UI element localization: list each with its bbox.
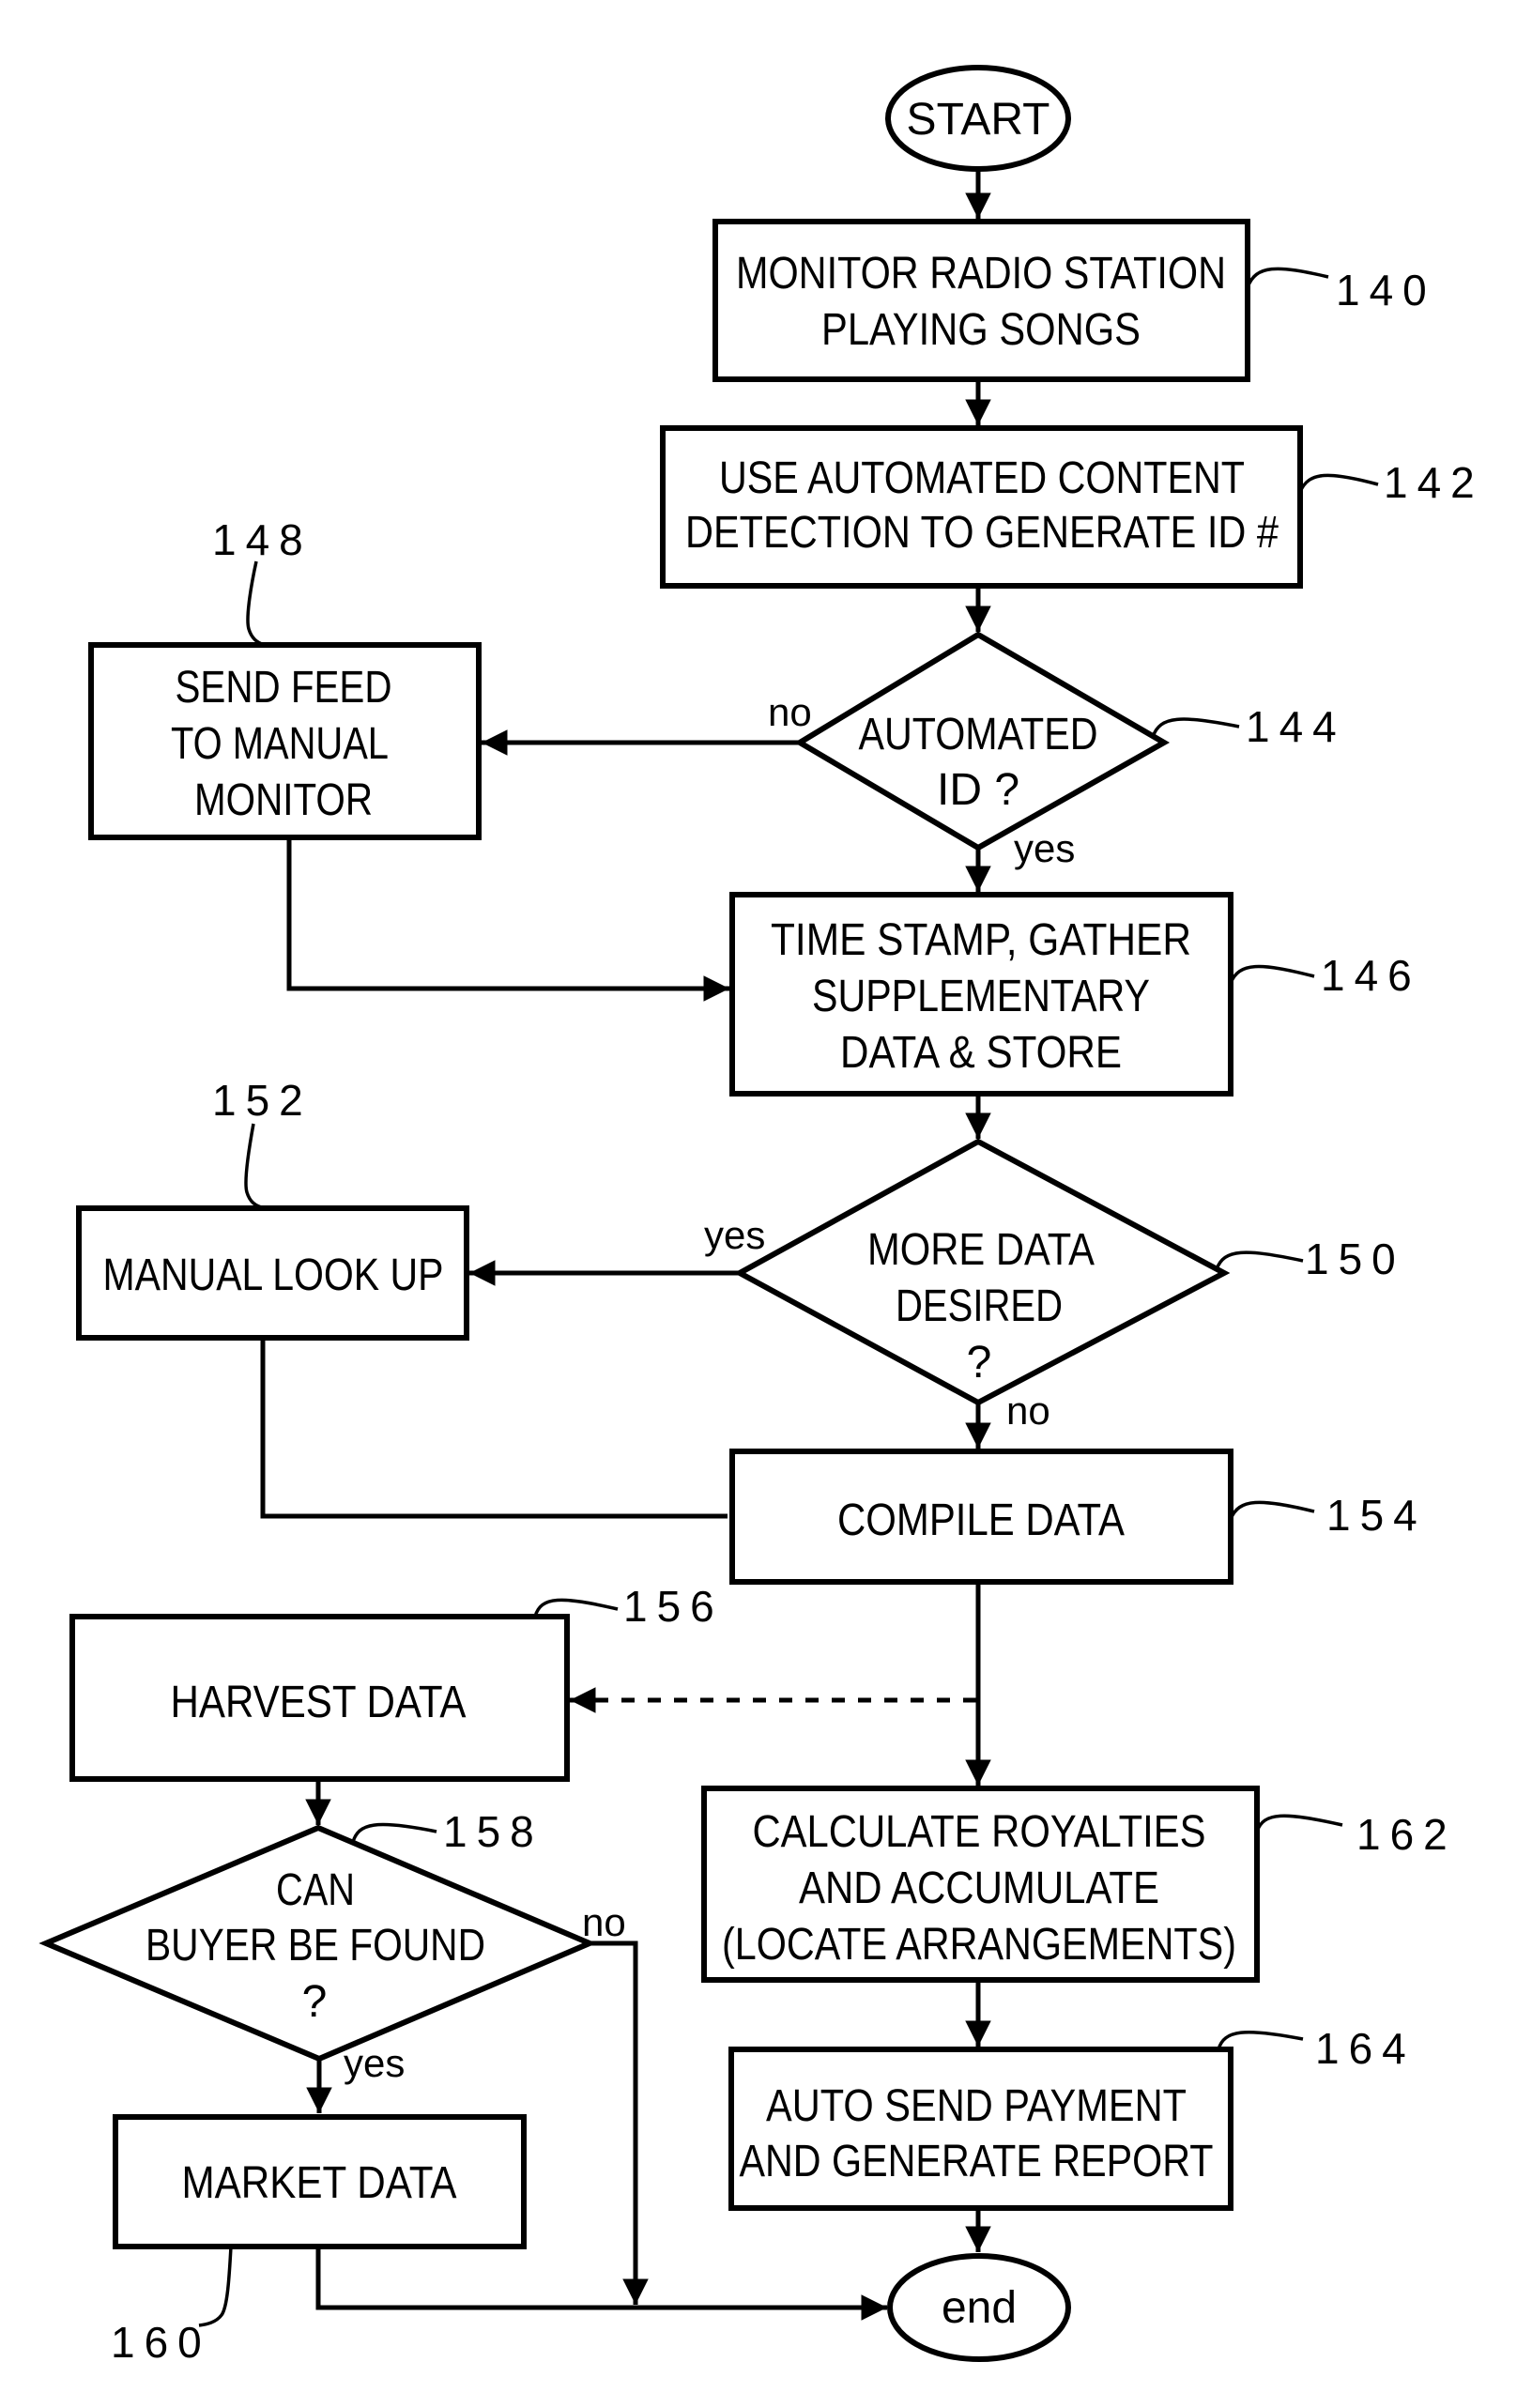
- ref-152: 152: [212, 1076, 313, 1125]
- ref-154: 154: [1326, 1491, 1427, 1540]
- edge-152-to-154: [260, 1338, 728, 1519]
- step-140-line-2: PLAYING SONGS: [821, 305, 1141, 355]
- branch-label-150-no: no: [1006, 1388, 1050, 1433]
- leader-144: [1151, 717, 1240, 738]
- ref-150: 150: [1305, 1235, 1405, 1283]
- step-148-line-1: SEND FEED: [176, 663, 392, 713]
- step-146: TIME STAMP, GATHER SUPPLEMENTARY DATA & …: [729, 892, 1233, 1097]
- step-142-line-2: DETECTION TO GENERATE ID #: [685, 508, 1279, 558]
- step-164-line-1: AUTO SEND PAYMENT: [766, 2081, 1187, 2131]
- branch-label-158-yes: yes: [344, 2041, 405, 2085]
- step-142-line-1: USE AUTOMATED CONTENT: [719, 453, 1245, 503]
- ref-142: 142: [1384, 458, 1484, 507]
- leader-140: [1246, 267, 1329, 288]
- decision-158-line-1: CAN: [276, 1865, 355, 1915]
- step-148-line-2: TO MANUAL: [171, 719, 389, 769]
- step-164: AUTO SEND PAYMENT AND GENERATE REPORT: [728, 2047, 1233, 2211]
- branch-label-144-no: no: [768, 690, 812, 734]
- step-146-line-3: DATA & STORE: [840, 1028, 1122, 1078]
- start-terminal: START: [885, 65, 1071, 172]
- step-154: COMPILE DATA: [729, 1449, 1233, 1585]
- step-160: MARKET DATA: [113, 2114, 527, 2249]
- step-154-line-1: COMPILE DATA: [837, 1495, 1125, 1545]
- step-140: MONITOR RADIO STATION PLAYING SONGS: [712, 219, 1250, 382]
- decision-150-line-2: DESIRED: [896, 1281, 1063, 1331]
- step-156: HARVEST DATA: [69, 1614, 570, 1782]
- ref-162: 162: [1356, 1810, 1457, 1859]
- step-142-box: [660, 425, 1303, 589]
- decision-144-line-2: ID ?: [937, 765, 1019, 815]
- ref-146: 146: [1321, 951, 1421, 1000]
- leader-146: [1229, 964, 1315, 984]
- edge-158-no-to-end: [590, 1940, 649, 2305]
- step-148-line-3: MONITOR: [194, 775, 373, 825]
- step-140-box: [712, 219, 1250, 382]
- step-156-line-1: HARVEST DATA: [171, 1678, 467, 1727]
- leader-154: [1229, 1500, 1315, 1520]
- leader-158: [351, 1822, 437, 1843]
- end-text: end: [942, 2283, 1017, 2333]
- ref-160: 160: [111, 2318, 211, 2367]
- ref-144: 144: [1246, 702, 1346, 751]
- end-terminal: end: [887, 2253, 1071, 2362]
- step-152: MANUAL LOOK UP: [76, 1205, 469, 1341]
- leader-160: [198, 2246, 233, 2327]
- branch-label-144-yes: yes: [1014, 826, 1075, 870]
- start-text: START: [907, 95, 1050, 145]
- step-146-line-2: SUPPLEMENTARY: [812, 972, 1150, 1021]
- step-160-line-1: MARKET DATA: [182, 2158, 457, 2208]
- ref-158: 158: [443, 1807, 544, 1856]
- decision-150: MORE DATA DESIRED ?: [733, 1138, 1231, 1406]
- leader-148: [246, 560, 266, 647]
- step-162-line-2: AND ACCUMULATE: [799, 1864, 1159, 1913]
- decision-150-line-3: ?: [967, 1338, 992, 1388]
- step-162: CALCULATE ROYALTIES AND ACCUMULATE (LOCA…: [701, 1786, 1260, 1983]
- decision-158-line-2: BUYER BE FOUND: [146, 1921, 485, 1971]
- ref-156: 156: [623, 1582, 724, 1631]
- ref-164: 164: [1315, 2024, 1416, 2073]
- step-164-line-2: AND GENERATE REPORT: [740, 2137, 1214, 2186]
- flowchart-canvas: START end MONITOR RADIO STATION PLAYING …: [38, 65, 1484, 2367]
- step-148: SEND FEED TO MANUAL MONITOR: [88, 642, 482, 840]
- branch-label-150-yes: yes: [704, 1213, 765, 1257]
- leader-142: [1298, 473, 1379, 493]
- decision-144: AUTOMATED ID ?: [794, 631, 1171, 851]
- edge-160-to-end: [315, 2247, 887, 2321]
- decision-158-line-3: ?: [302, 1977, 328, 2027]
- decision-158: CAN BUYER BE FOUND ?: [38, 1824, 597, 2063]
- step-162-line-1: CALCULATE ROYALTIES: [753, 1807, 1206, 1857]
- ref-148: 148: [212, 515, 313, 564]
- leader-150: [1215, 1250, 1304, 1270]
- decision-144-line-1: AUTOMATED: [859, 710, 1098, 759]
- step-146-line-1: TIME STAMP, GATHER: [771, 915, 1191, 965]
- ref-140: 140: [1336, 266, 1436, 314]
- step-162-line-3: (LOCATE ARRANGEMENTS): [722, 1920, 1236, 1970]
- step-142: USE AUTOMATED CONTENT DETECTION TO GENER…: [660, 425, 1303, 589]
- step-152-line-1: MANUAL LOOK UP: [103, 1250, 444, 1300]
- branch-label-158-no: no: [582, 1900, 626, 1944]
- decision-150-line-1: MORE DATA: [867, 1225, 1095, 1275]
- edge-148-to-146: [286, 837, 729, 1002]
- leader-162: [1255, 1814, 1343, 1833]
- leader-152: [244, 1123, 266, 1210]
- step-140-line-1: MONITOR RADIO STATION: [736, 249, 1226, 299]
